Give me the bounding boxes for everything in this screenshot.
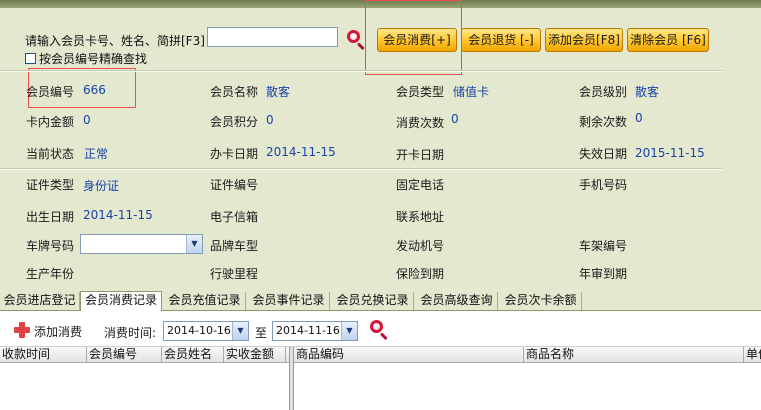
tab-event-records[interactable]: 会员事件记录: [248, 292, 330, 310]
search-label: 请输入会员卡号、姓名、简拼[F3]: [25, 34, 205, 48]
records-toolbar: 添加消费 消费时间: 2014-10-16 ▼ 至 2014-11-16 ▼: [0, 311, 761, 347]
date-to-label: 至: [255, 326, 268, 340]
status-value: 正常: [84, 147, 109, 161]
items-grid-header: 商品编码 商品名称 单价: [294, 347, 761, 363]
points-label: 会员积分: [210, 115, 259, 129]
plate-label: 车牌号码: [26, 239, 75, 253]
phone-label: 固定电话: [396, 178, 445, 192]
member-name-value: 散客: [266, 85, 291, 99]
exact-search-checkbox[interactable]: [25, 53, 36, 64]
date-from-picker[interactable]: 2014-10-16 ▼: [163, 321, 249, 341]
expire-date-value: 2015-11-15: [635, 146, 705, 160]
consume-records-panel: 添加消费 消费时间: 2014-10-16 ▼ 至 2014-11-16 ▼ 收…: [0, 311, 761, 410]
remaining-count-value: 0: [635, 111, 643, 125]
balance-value: 0: [83, 113, 91, 127]
consume-time-label: 消费时间:: [104, 326, 157, 340]
column-header[interactable]: 会员编号: [87, 347, 162, 362]
search-icon[interactable]: [369, 319, 389, 341]
chevron-down-icon[interactable]: ▼: [232, 322, 248, 340]
member-level-value: 散客: [635, 85, 660, 99]
birth-value: 2014-11-15: [83, 208, 153, 222]
consume-count-label: 消费次数: [396, 116, 445, 130]
record-tabs: 会员进店登记 会员消费记录 会员充值记录 会员事件记录 会员兑换记录 会员高级查…: [0, 291, 761, 311]
member-type-label: 会员类型: [396, 85, 445, 99]
frame-label: 车架编号: [579, 239, 628, 253]
issue-date-label: 办卡日期: [210, 147, 259, 161]
open-date-label: 开卡日期: [396, 148, 445, 162]
column-header[interactable]: 实收金额: [224, 347, 286, 362]
tab-checkin[interactable]: 会员进店登记: [0, 292, 80, 310]
issue-date-value: 2014-11-15: [266, 145, 336, 159]
column-header[interactable]: 会员姓名: [162, 347, 224, 362]
exact-search-label: 按会员编号精确查找: [39, 52, 148, 66]
search-icon[interactable]: [346, 29, 366, 51]
tab-exchange-records[interactable]: 会员兑换记录: [332, 292, 414, 310]
member-refund-button[interactable]: 会员退货 [-]: [461, 28, 541, 52]
brand-label: 品牌车型: [210, 239, 259, 253]
date-to-picker[interactable]: 2014-11-16 ▼: [272, 321, 358, 341]
add-consume-button[interactable]: 添加消费: [34, 323, 82, 340]
column-header[interactable]: 收款时间: [0, 347, 87, 362]
insurance-label: 保险到期: [396, 267, 445, 281]
date-to-value: 2014-11-16: [276, 324, 340, 337]
consume-count-value: 0: [451, 112, 459, 126]
column-header[interactable]: 商品名称: [524, 347, 744, 362]
search-input[interactable]: [207, 27, 338, 47]
mobile-label: 手机号码: [579, 178, 628, 192]
add-member-button[interactable]: 添加会员[F8]: [545, 28, 623, 52]
points-value: 0: [266, 113, 274, 127]
plate-select[interactable]: ▼: [80, 234, 203, 254]
mileage-label: 行驶里程: [210, 267, 259, 281]
chevron-down-icon[interactable]: ▼: [186, 235, 202, 253]
member-id-value: 666: [83, 83, 106, 97]
member-level-label: 会员级别: [579, 85, 628, 99]
cert-type-value: 身份证: [83, 179, 120, 193]
cert-no-label: 证件编号: [210, 178, 259, 192]
balance-label: 卡内金额: [26, 115, 75, 129]
clear-member-button[interactable]: 清除会员 [F6]: [627, 28, 709, 52]
email-label: 电子信箱: [210, 210, 259, 224]
column-header[interactable]: 商品编码: [294, 347, 524, 362]
birth-label: 出生日期: [26, 210, 75, 224]
date-from-value: 2014-10-16: [167, 324, 231, 337]
member-id-label: 会员编号: [26, 85, 75, 99]
expire-date-label: 失效日期: [579, 147, 628, 161]
remaining-count-label: 剩余次数: [579, 115, 628, 129]
tab-recharge-records[interactable]: 会员充值记录: [164, 292, 246, 310]
payments-grid-header: 收款时间 会员编号 会员姓名 实收金额: [0, 347, 289, 363]
year-label: 生产年份: [26, 267, 75, 281]
address-label: 联系地址: [396, 210, 445, 224]
status-label: 当前状态: [26, 147, 75, 161]
column-header[interactable]: 单价: [744, 347, 761, 362]
tab-consume-records[interactable]: 会员消费记录: [80, 291, 162, 311]
member-name-label: 会员名称: [210, 85, 259, 99]
engine-label: 发动机号: [396, 239, 445, 253]
exact-search-option[interactable]: 按会员编号精确查找: [25, 50, 147, 67]
inspection-label: 年审到期: [579, 267, 628, 281]
highlight-box-consume: [365, 0, 462, 75]
add-icon[interactable]: [14, 322, 30, 338]
tab-card-balance[interactable]: 会员次卡余额: [500, 292, 582, 310]
chevron-down-icon[interactable]: ▼: [341, 322, 357, 340]
tab-advanced-search[interactable]: 会员高级查询: [416, 292, 498, 310]
member-type-value: 储值卡: [453, 85, 490, 99]
cert-type-label: 证件类型: [26, 178, 75, 192]
